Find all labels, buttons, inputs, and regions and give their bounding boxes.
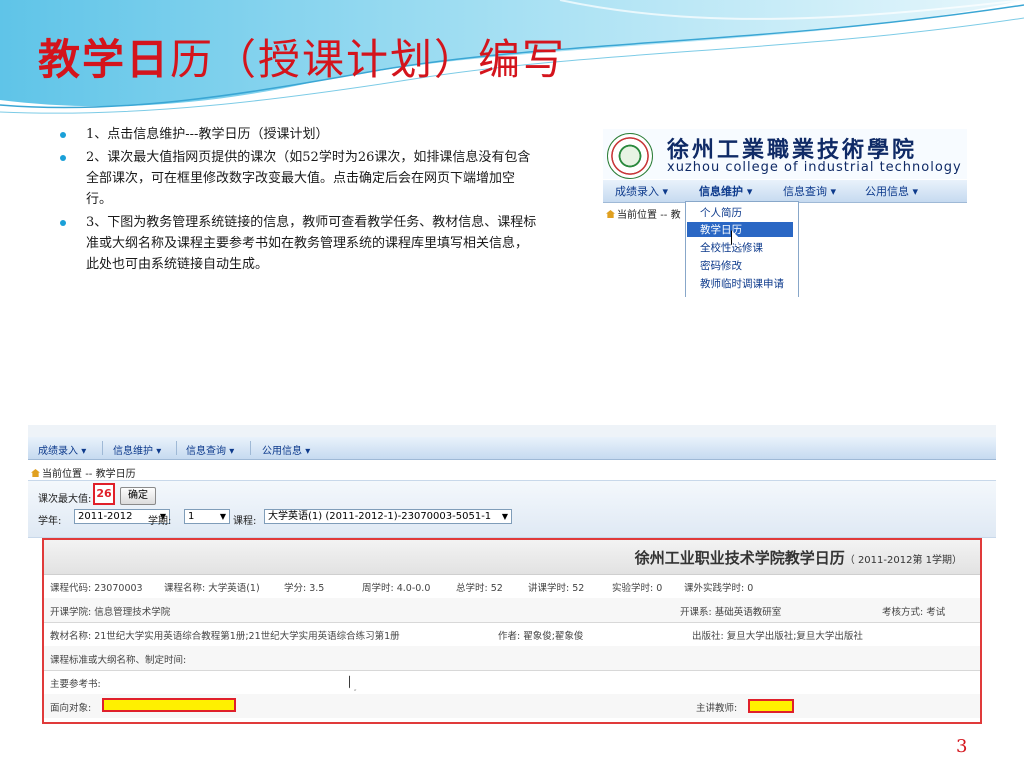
- teaching-calendar-table: 徐州工业职业技术学院教学日历（ 2011-2012第 1学期） 课程代码: 23…: [42, 538, 982, 724]
- chevron-down-icon: ▾: [156, 446, 162, 457]
- college: 开课学院: 信息管理技术学院: [50, 607, 171, 618]
- calendar-header: 徐州工业职业技术学院教学日历（ 2011-2012第 1学期）: [44, 540, 980, 575]
- practice-hours: 课外实践学时: 0: [684, 583, 754, 594]
- credit: 学分: 3.5: [284, 583, 325, 594]
- menu-item-info-query[interactable]: 信息查询 ▾: [783, 183, 836, 199]
- chevron-down-icon: ▾: [830, 185, 837, 198]
- table-row: 开课学院: 信息管理技术学院 开课系: 基础英语教研室 考核方式: 考试: [44, 598, 980, 623]
- info-maintain-dropdown: 个人简历 教学日历 全校性选修课 密码修改 教师临时调课申请: [685, 201, 799, 297]
- calendar-screenshot: 成绩录入 ▾ 信息维护 ▾ 信息查询 ▾ 公用信息 ▾ 当前位置 -- 教学日历…: [28, 425, 996, 730]
- chevron-down-icon: ▾: [229, 446, 235, 457]
- total-hours: 总学时: 52: [456, 583, 503, 594]
- calendar-subtitle: （ 2011-2012第 1学期）: [844, 555, 962, 566]
- table-row: 主要参考书:: [44, 670, 980, 695]
- list-item: 1、点击信息维护---教学日历（授课计划）: [60, 124, 540, 145]
- chevron-down-icon: ▾: [305, 446, 311, 457]
- lecture-hours: 讲课学时: 52: [528, 583, 585, 594]
- breadcrumb: 当前位置 -- 教: [606, 206, 681, 221]
- menu-item-info-maintain[interactable]: 信息维护 ▾: [699, 183, 752, 199]
- home-icon: [606, 210, 615, 218]
- table-row: 课程代码: 23070003 课程名称: 大学英语(1) 学分: 3.5 周学时…: [44, 574, 980, 599]
- instruction-list: 1、点击信息维护---教学日历（授课计划） 2、课次最大值指网页提供的课次（如5…: [60, 124, 540, 277]
- confirm-button[interactable]: 确定: [120, 487, 156, 505]
- menu-item-grades[interactable]: 成绩录入 ▾: [38, 442, 86, 457]
- menu-item-class-reschedule[interactable]: 教师临时调课申请: [700, 276, 784, 291]
- course-select[interactable]: 大学英语(1) (2011-2012-1)-23070003-5051-1 ▼: [264, 509, 512, 524]
- lab-hours: 实验学时: 0: [612, 583, 663, 594]
- chevron-down-icon: ▾: [912, 185, 919, 198]
- menu-item-public-info[interactable]: 公用信息 ▾: [865, 183, 918, 199]
- nav-menu: 成绩录入 ▾ 信息维护 ▾ 信息查询 ▾ 公用信息 ▾: [603, 180, 967, 203]
- table-row: 面向对象: 主讲教师:: [44, 694, 980, 718]
- max-sessions-label: 课次最大值:: [38, 494, 92, 505]
- course-code: 课程代码: 23070003: [50, 583, 143, 594]
- chevron-down-icon: ▾: [81, 446, 87, 457]
- chevron-down-icon: ▼: [219, 512, 226, 521]
- slide-title-bold: 教学日: [38, 35, 171, 84]
- department: 开课系: 基础英语教研室: [680, 607, 782, 618]
- target-label: 面向对象:: [50, 703, 92, 714]
- slide-title: 教学日历（授课计划）编写: [38, 26, 566, 87]
- breadcrumb: 当前位置 -- 教学日历: [31, 465, 136, 480]
- chevron-down-icon: ▾: [662, 185, 669, 198]
- menu-item-public-info[interactable]: 公用信息 ▾: [262, 442, 310, 457]
- calendar-form: [28, 480, 996, 538]
- publisher: 出版社: 复旦大学出版社;复旦大学出版社: [692, 631, 863, 642]
- home-icon: [31, 469, 40, 477]
- max-sessions-input[interactable]: 26: [93, 483, 115, 505]
- exam-type: 考核方式: 考试: [882, 607, 946, 618]
- menu-item-teaching-calendar[interactable]: 教学日历: [687, 222, 793, 237]
- textbook: 教材名称: 21世纪大学实用英语综合教程第1册;21世纪大学实用英语综合练习第1…: [50, 631, 400, 642]
- target-highlight[interactable]: [102, 698, 236, 712]
- year-label: 学年:: [38, 516, 62, 527]
- page-number: 3: [956, 736, 968, 757]
- menu-divider: [102, 441, 103, 455]
- menu-screenshot: 徐州工業職業技術學院 xuzhou college of industrial …: [603, 129, 967, 297]
- teacher-highlight[interactable]: [748, 699, 794, 713]
- menu-item-password[interactable]: 密码修改: [700, 258, 742, 273]
- table-row: 课程标准或大纲名称、制定时间:: [44, 646, 980, 671]
- header-strip: [28, 425, 996, 437]
- menu-item-info-query[interactable]: 信息查询 ▾: [186, 442, 234, 457]
- course-name: 课程名称: 大学英语(1): [164, 583, 260, 594]
- nav-menu: 成绩录入 ▾ 信息维护 ▾ 信息查询 ▾ 公用信息 ▾: [28, 437, 996, 460]
- chevron-down-icon: ▼: [501, 512, 508, 521]
- menu-divider: [250, 441, 251, 455]
- school-logo: [607, 133, 653, 179]
- term-label: 学期:: [148, 516, 172, 527]
- school-banner: 徐州工業職業技術學院 xuzhou college of industrial …: [603, 129, 967, 179]
- slide-title-rest: 历（授课计划）编写: [170, 35, 567, 84]
- references-label: 主要参考书:: [50, 679, 101, 690]
- syllabus-label: 课程标准或大纲名称、制定时间:: [50, 655, 187, 666]
- chevron-down-icon: ▾: [746, 185, 753, 198]
- table-row: 教材名称: 21世纪大学实用英语综合教程第1册;21世纪大学实用英语综合练习第1…: [44, 622, 980, 647]
- school-name-en: xuzhou college of industrial technology: [667, 160, 962, 175]
- list-item: 2、课次最大值指网页提供的课次（如52学时为26课次，如排课信息没有包含全部课次…: [60, 147, 540, 210]
- teacher-label: 主讲教师:: [696, 703, 738, 714]
- menu-divider: [176, 441, 177, 455]
- menu-item-grades[interactable]: 成绩录入 ▾: [615, 183, 668, 199]
- author: 作者: 翟象俊;翟象俊: [498, 631, 584, 642]
- weekly-hours: 周学时: 4.0-0.0: [362, 583, 431, 594]
- list-item: 3、下图为教务管理系统链接的信息，教师可查看教学任务、教材信息、课程标准或大纲名…: [60, 212, 540, 275]
- course-label: 课程:: [233, 516, 257, 527]
- term-select[interactable]: 1 ▼: [184, 509, 230, 524]
- menu-item-info-maintain[interactable]: 信息维护 ▾: [113, 442, 161, 457]
- mouse-cursor-icon: [349, 675, 359, 691]
- menu-item-resume[interactable]: 个人简历: [700, 205, 742, 220]
- calendar-title: 徐州工业职业技术学院教学日历（ 2011-2012第 1学期）: [634, 549, 962, 567]
